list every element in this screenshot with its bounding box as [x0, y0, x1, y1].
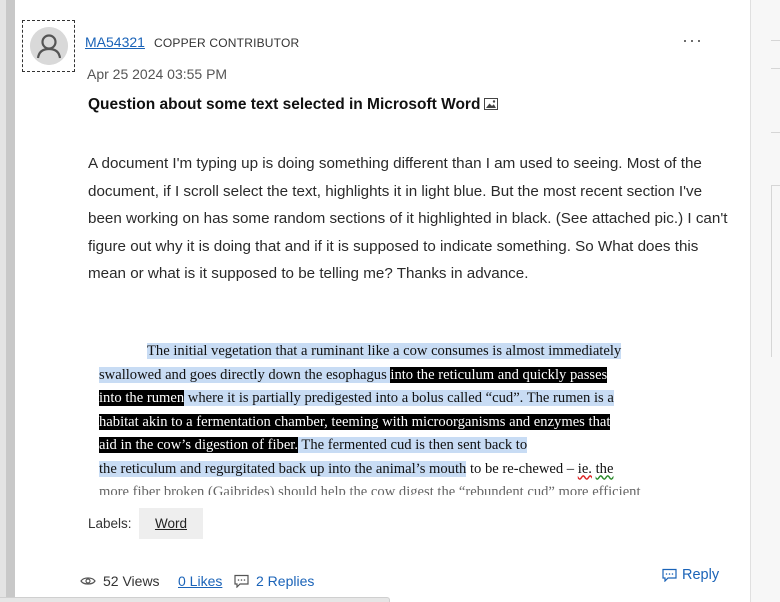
post-body: A document I'm typing up is doing someth… — [88, 155, 728, 282]
browser-status-bar — [0, 597, 390, 602]
views-count: 52 Views — [80, 573, 160, 589]
more-options-button[interactable]: ··· — [682, 30, 703, 51]
attached-screenshot: The initial vegetation that a ruminant l… — [99, 340, 677, 495]
eye-icon — [80, 577, 96, 585]
attachment-line: the reticulum and regurgitated back up i… — [99, 460, 614, 477]
attachment-line: swallowed and goes directly down the eso… — [99, 366, 608, 383]
attachment-line: habitat akin to a fermentation chamber, … — [99, 413, 611, 430]
views-label: 52 Views — [103, 573, 160, 589]
attachment-line: aid in the cow’s digestion of fiber. The… — [99, 437, 528, 453]
replies-count[interactable]: 2 Replies — [234, 573, 314, 589]
author-link[interactable]: MA54321 — [85, 34, 145, 50]
rail-border — [771, 185, 772, 357]
post-date: Apr 25 2024 03:55 PM — [87, 66, 228, 82]
comment-icon — [234, 574, 249, 588]
reply-icon — [662, 568, 677, 582]
replies-label[interactable]: 2 Replies — [256, 573, 314, 589]
rail-divider — [771, 132, 780, 133]
author-rank: COPPER CONTRIBUTOR — [154, 36, 300, 50]
reply-label[interactable]: Reply — [682, 567, 719, 583]
post-subject-text: Question about some text selected in Mic… — [88, 96, 481, 113]
post-subject: Question about some text selected in Mic… — [88, 96, 499, 115]
image-attachment-icon — [484, 97, 499, 115]
thread-indent-bar — [6, 0, 15, 602]
user-icon — [29, 27, 68, 65]
reply-button[interactable]: Reply — [662, 567, 719, 583]
labels-title: Labels: — [88, 516, 132, 531]
right-sidebar — [750, 0, 780, 602]
avatar-focus-frame[interactable] — [22, 20, 75, 72]
attachment-line: into the rumen where it is partially pre… — [99, 390, 614, 406]
attachment-line: The initial vegetation that a ruminant l… — [147, 343, 622, 359]
attachment-line-cut: more fiber broken (Gaibrides) should hel… — [99, 484, 641, 495]
rail-divider — [771, 185, 780, 186]
rail-divider — [771, 40, 780, 41]
rail-divider — [771, 68, 780, 69]
avatar[interactable] — [29, 27, 68, 65]
likes-link[interactable]: 0 Likes — [178, 573, 222, 589]
label-word[interactable]: Word — [139, 508, 203, 539]
